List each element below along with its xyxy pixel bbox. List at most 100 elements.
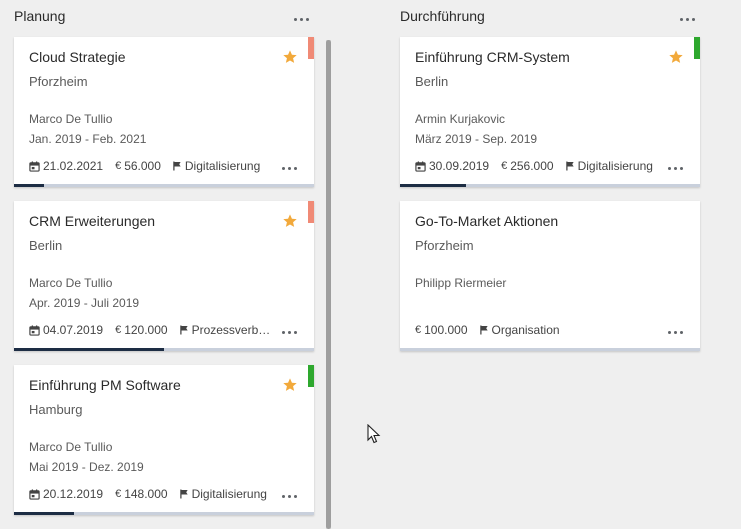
card-person: Marco De Tullio (29, 112, 113, 126)
card-date: 20.12.2019 (29, 487, 103, 501)
star-icon[interactable] (668, 49, 684, 65)
flag-icon (173, 161, 181, 171)
more-horizontal-icon (282, 329, 300, 335)
card-amount-text: 256.000 (510, 159, 554, 173)
card-period: Jan. 2019 - Feb. 2021 (29, 132, 147, 146)
progress-bar (400, 184, 700, 187)
card-city: Berlin (29, 238, 63, 253)
card-title: Cloud Strategie (29, 49, 126, 65)
priority-flag-bar (308, 37, 314, 59)
card-tag-text: Digitalisierung (184, 159, 261, 173)
card-cloud-strategie[interactable]: Cloud Strategie Pforzheim Marco De Tulli… (14, 37, 314, 187)
column-menu-button[interactable] (680, 14, 702, 24)
card-tag-text: Organisation (491, 323, 560, 337)
card-tag: Prozessverbe… (179, 323, 272, 337)
priority-flag-bar (308, 365, 314, 387)
card-amount-text: 148.000 (124, 487, 168, 501)
card-person: Philipp Riermeier (415, 276, 507, 290)
card-date: 21.02.2021 (29, 159, 103, 173)
progress-fill (400, 184, 466, 187)
card-tag-text: Digitalisierung (191, 487, 267, 501)
card-einfuehrung-pm-software[interactable]: Einführung PM Software Hamburg Marco De … (14, 365, 314, 515)
star-icon[interactable] (282, 49, 298, 65)
card-tag-text: Prozessverbe… (191, 323, 272, 337)
card-tag: Digitalisierung (179, 487, 267, 501)
more-horizontal-icon (680, 14, 702, 24)
card-meta: € 100.000 Organisation (415, 323, 572, 337)
column-title: Planung (14, 8, 66, 24)
card-date-text: 20.12.2019 (43, 487, 104, 501)
card-amount: € 120.000 (115, 323, 168, 337)
more-horizontal-icon (294, 14, 316, 24)
card-city: Pforzheim (415, 238, 474, 253)
card-tag: Digitalisierung (173, 159, 260, 173)
mouse-cursor-icon (367, 424, 381, 444)
more-horizontal-icon (668, 329, 686, 335)
card-meta: 04.07.2019 € 120.000 Prozessverbe… (29, 323, 284, 337)
star-icon[interactable] (282, 377, 298, 393)
card-amount: € 100.000 (415, 323, 468, 337)
progress-bar (400, 348, 700, 351)
card-amount: € 148.000 (115, 487, 168, 501)
card-period: März 2019 - Sep. 2019 (415, 132, 538, 146)
more-horizontal-icon (282, 493, 300, 499)
card-date: 04.07.2019 (29, 323, 103, 337)
card-date: 30.09.2019 (415, 159, 489, 173)
progress-fill (14, 184, 44, 187)
card-amount-text: 56.000 (124, 159, 161, 173)
scrollbar-thumb[interactable] (326, 40, 331, 529)
card-tag: Digitalisierung (565, 159, 653, 173)
star-icon[interactable] (282, 213, 298, 229)
euro-icon: € (415, 324, 422, 336)
card-title: Einführung CRM-System (415, 49, 570, 65)
column-scrollbar[interactable] (326, 40, 331, 529)
flag-icon (179, 489, 188, 499)
euro-icon: € (501, 160, 508, 172)
card-meta: 20.12.2019 € 148.000 Digitalisierung (29, 487, 279, 501)
column-menu-button[interactable] (294, 14, 316, 24)
euro-icon: € (115, 488, 122, 500)
card-period: Mai 2019 - Dez. 2019 (29, 460, 144, 474)
card-amount-text: 100.000 (424, 323, 468, 337)
card-crm-erweiterungen[interactable]: CRM Erweiterungen Berlin Marco De Tullio… (14, 201, 314, 351)
card-title: Einführung PM Software (29, 377, 181, 393)
card-title: Go-To-Market Aktionen (415, 213, 559, 229)
calendar-icon (415, 160, 426, 172)
more-horizontal-icon (282, 165, 300, 171)
progress-bar (14, 512, 314, 515)
more-horizontal-icon (668, 165, 686, 171)
card-person: Marco De Tullio (29, 440, 113, 454)
card-period: Apr. 2019 - Juli 2019 (29, 296, 140, 310)
card-tag: Organisation (479, 323, 560, 337)
flag-icon (565, 161, 574, 171)
euro-icon: € (115, 160, 122, 172)
card-meta: 21.02.2021 € 56.000 Digitalisierung (29, 159, 272, 173)
card-date-text: 21.02.2021 (43, 159, 104, 173)
progress-fill (14, 348, 164, 351)
card-menu-button[interactable] (668, 329, 686, 335)
card-amount-text: 120.000 (124, 323, 168, 337)
card-amount: € 56.000 (115, 159, 161, 173)
flag-icon (479, 325, 488, 335)
card-menu-button[interactable] (282, 165, 300, 171)
card-person: Armin Kurjakovic (415, 112, 506, 126)
progress-fill (14, 512, 74, 515)
card-date-text: 04.07.2019 (43, 323, 104, 337)
card-person: Marco De Tullio (29, 276, 113, 290)
euro-icon: € (115, 324, 122, 336)
card-city: Hamburg (29, 402, 83, 417)
card-tag-text: Digitalisierung (577, 159, 653, 173)
progress-bar (14, 184, 314, 187)
card-einfuehrung-crm-system[interactable]: Einführung CRM-System Berlin Armin Kurja… (400, 37, 700, 187)
card-menu-button[interactable] (668, 165, 686, 171)
card-city: Pforzheim (29, 74, 88, 89)
calendar-icon (29, 160, 40, 172)
card-title: CRM Erweiterungen (29, 213, 156, 229)
flag-icon (179, 325, 188, 335)
column-title: Durchführung (400, 8, 485, 24)
card-menu-button[interactable] (282, 493, 300, 499)
card-amount: € 256.000 (501, 159, 554, 173)
card-menu-button[interactable] (282, 329, 300, 335)
calendar-icon (29, 488, 40, 500)
card-go-to-market-aktionen[interactable]: Go-To-Market Aktionen Pforzheim Philipp … (400, 201, 700, 351)
